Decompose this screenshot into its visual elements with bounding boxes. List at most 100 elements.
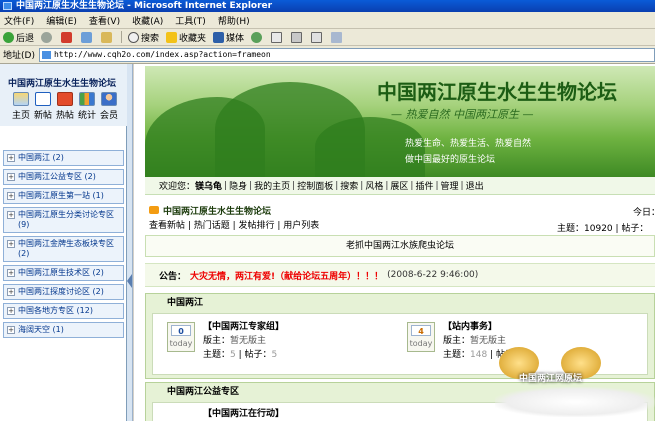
username[interactable]: 镁乌龟 bbox=[195, 179, 222, 192]
announcement-label: 公告： bbox=[159, 271, 187, 282]
expand-icon[interactable]: + bbox=[7, 269, 15, 277]
toolbar: 后退 搜索 收藏夹 媒体 bbox=[0, 29, 655, 46]
history-icon bbox=[251, 31, 263, 43]
forum-banner: 中国两江原生水生生物论坛 — 热爱自然 中国两江原生 — 热爱生命、热爱生活、热… bbox=[145, 66, 655, 177]
board-tree-item[interactable]: + 海阔天空 (1) bbox=[3, 322, 124, 338]
address-url: http://www.cqh2o.com/index.asp?action=fr… bbox=[53, 49, 271, 59]
expand-icon[interactable]: + bbox=[7, 288, 15, 296]
board-tree-item[interactable]: + 中国两江 (2) bbox=[3, 150, 124, 166]
stop-button[interactable] bbox=[61, 31, 74, 43]
print-button[interactable] bbox=[291, 31, 304, 43]
mail-button[interactable] bbox=[271, 31, 284, 43]
nav-link[interactable]: 展区 bbox=[390, 179, 408, 192]
discuss-button[interactable] bbox=[331, 31, 344, 43]
sidebar-title: 中国两江原生水生生物论坛 bbox=[8, 79, 117, 89]
welcome-text: 欢迎您： bbox=[159, 182, 196, 192]
nav-link[interactable]: 风格 bbox=[365, 179, 383, 192]
stop-icon bbox=[61, 31, 73, 43]
marquee-text: 老抓中国两江水族爬虫论坛 bbox=[145, 235, 655, 257]
menu-edit[interactable]: 编辑(E) bbox=[46, 14, 77, 27]
media-button[interactable]: 媒体 bbox=[213, 31, 244, 44]
expand-icon[interactable]: + bbox=[7, 326, 15, 334]
sidebar-new-link[interactable]: 新帖 bbox=[32, 92, 54, 121]
announcement-bar: 公告： 大灾无情，两江有爱!（献给论坛五周年）！！！ (2008-6-22 9:… bbox=[145, 263, 655, 287]
forum-header: 中国两江原生水生生物论坛 查看新帖 | 热门话题 | 发帖排行 | 用户列表 今… bbox=[145, 202, 655, 234]
board-tree: + 中国两江 (2) + 中国两江公益专区 (2) + 中国两江原生第一站 (1) +… bbox=[3, 150, 124, 341]
menu-tools[interactable]: 工具(T) bbox=[175, 14, 206, 27]
sidebar-home-link[interactable]: 主页 bbox=[10, 92, 32, 121]
address-label: 地址(D) bbox=[3, 51, 35, 61]
menu-file[interactable]: 文件(F) bbox=[4, 14, 34, 27]
board-tree-item[interactable]: + 中国两江探度讨论区 (2) bbox=[3, 284, 124, 300]
ie-icon bbox=[3, 2, 12, 10]
forward-button[interactable] bbox=[41, 31, 54, 43]
member-icon bbox=[101, 92, 117, 106]
media-icon bbox=[213, 31, 225, 43]
forum-arrow-icon bbox=[149, 206, 159, 214]
address-bar: 地址(D) http://www.cqh2o.com/index.asp?act… bbox=[0, 46, 655, 64]
menu-help[interactable]: 帮助(H) bbox=[218, 14, 250, 27]
print-icon bbox=[291, 31, 303, 43]
board-tree-item[interactable]: + 中国两江金牌生态板块专区 (2) bbox=[3, 236, 124, 262]
home-button[interactable] bbox=[101, 31, 114, 43]
section-title[interactable]: 中国两江 bbox=[146, 294, 654, 312]
mail-icon bbox=[271, 31, 283, 43]
history-button[interactable] bbox=[251, 31, 264, 43]
today-label: 今日： bbox=[633, 208, 655, 218]
toolbar-separator bbox=[121, 31, 123, 43]
nav-link[interactable]: 控制面板 bbox=[297, 179, 333, 192]
menu-favorites[interactable]: 收藏(A) bbox=[132, 14, 163, 27]
hot-icon bbox=[57, 92, 73, 106]
nav-link[interactable]: 我的主页 bbox=[254, 179, 290, 192]
stats-icon bbox=[79, 92, 95, 106]
board-tree-item[interactable]: + 中国两江原生第一站 (1) bbox=[3, 188, 124, 204]
edit-button[interactable] bbox=[311, 31, 324, 43]
expand-icon[interactable]: + bbox=[7, 154, 15, 162]
sidebar-header: 中国两江原生水生生物论坛 主页 新帖 热帖 统计 会员 bbox=[0, 64, 127, 126]
forum-title[interactable]: 中国两江原生水生生物论坛 bbox=[163, 204, 271, 217]
board-tree-item[interactable]: + 中国两江原生分类讨论专区 (9) bbox=[3, 207, 124, 233]
expand-icon[interactable]: + bbox=[7, 192, 15, 200]
board-status-icon: 0 today bbox=[167, 322, 195, 352]
nav-link[interactable]: 插件 bbox=[415, 179, 433, 192]
menu-view[interactable]: 查看(V) bbox=[89, 14, 120, 27]
star-icon bbox=[166, 31, 178, 43]
board-title[interactable]: 【站内事务】 bbox=[443, 319, 497, 332]
announcement-date: (2008-6-22 9:46:00) bbox=[387, 270, 479, 280]
sidebar-stats-link[interactable]: 统计 bbox=[76, 92, 98, 121]
refresh-button[interactable] bbox=[81, 31, 94, 43]
forum-quick-links[interactable]: 查看新帖 | 热门话题 | 发帖排行 | 用户列表 bbox=[149, 218, 319, 231]
board-stats: 主题：5 | 帖子：5 bbox=[203, 350, 278, 360]
search-icon bbox=[128, 31, 140, 43]
back-button[interactable]: 后退 bbox=[3, 31, 34, 44]
address-input[interactable]: http://www.cqh2o.com/index.asp?action=fr… bbox=[38, 47, 655, 62]
user-navbar: 欢迎您： 镁乌龟 | 隐身 | 我的主页 | 控制面板 | 搜索 | 风格 | 展区 | 插件… bbox=[145, 177, 655, 195]
window-title: 中国两江原生水生生物论坛 - Microsoft Internet Explor… bbox=[16, 1, 273, 11]
discuss-icon bbox=[331, 31, 343, 43]
collapse-arrow-icon[interactable] bbox=[127, 274, 132, 288]
nav-link[interactable]: 退出 bbox=[466, 179, 484, 192]
expand-icon[interactable]: + bbox=[7, 211, 15, 219]
home-icon bbox=[101, 31, 113, 43]
sidebar-member-link[interactable]: 会员 bbox=[98, 92, 120, 121]
menu-bar: 文件(F) 编辑(E) 查看(V) 收藏(A) 工具(T) 帮助(H) bbox=[0, 12, 655, 29]
board-tree-item[interactable]: + 中国两江公益专区 (2) bbox=[3, 169, 124, 185]
expand-icon[interactable]: + bbox=[7, 240, 15, 248]
watermark-text: 中国两江网原坛 bbox=[519, 374, 583, 384]
search-button[interactable]: 搜索 bbox=[128, 31, 159, 44]
frame-splitter[interactable] bbox=[127, 64, 133, 421]
expand-icon[interactable]: + bbox=[7, 173, 15, 181]
favorites-button[interactable]: 收藏夹 bbox=[166, 31, 206, 44]
sidebar-icons: 主页 新帖 热帖 统计 会员 bbox=[10, 92, 120, 121]
board-tree-item[interactable]: + 中国各地方专区 (12) bbox=[3, 303, 124, 319]
nav-link[interactable]: 管理 bbox=[441, 179, 459, 192]
board-title[interactable]: 【中国两江专家组】 bbox=[203, 319, 284, 332]
announcement-link[interactable]: 大灾无情，两江有爱!（献给论坛五周年）！！！ bbox=[190, 269, 383, 282]
sidebar-hot-link[interactable]: 热帖 bbox=[54, 92, 76, 121]
banner-slogan: 热爱生命、热爱生活、热爱自然 bbox=[405, 139, 532, 149]
board-tree-item[interactable]: + 中国两江原生技术区 (2) bbox=[3, 265, 124, 281]
board-title[interactable]: 【中国两江在行动】 bbox=[203, 406, 284, 419]
nav-link[interactable]: 隐身 bbox=[229, 179, 247, 192]
nav-link[interactable]: 搜索 bbox=[340, 179, 358, 192]
expand-icon[interactable]: + bbox=[7, 307, 15, 315]
